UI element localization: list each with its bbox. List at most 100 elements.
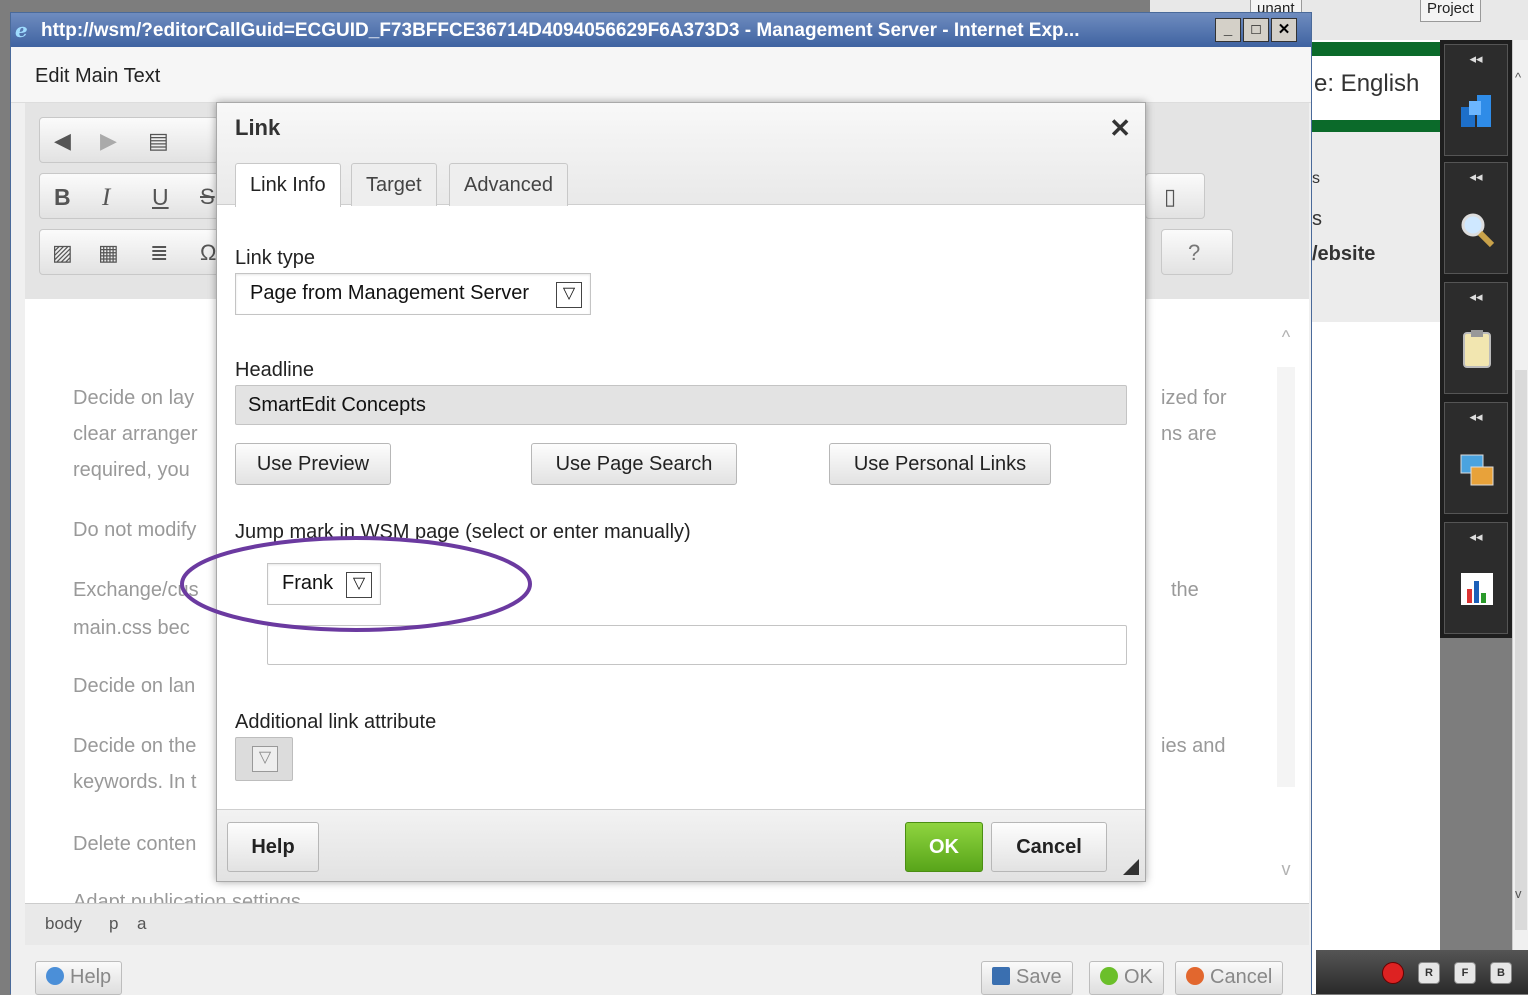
undo-icon[interactable]: ◀ [54, 128, 71, 154]
link-type-label: Link type [235, 247, 316, 269]
bottom-button[interactable]: B [1490, 962, 1512, 984]
background-bottom-bar: R F B [1316, 950, 1528, 994]
chevron-down-icon: ▽ [556, 282, 582, 308]
resize-handle[interactable] [1123, 859, 1139, 875]
scroll-down-icon[interactable]: v [1515, 886, 1522, 901]
background-header-band [1310, 120, 1440, 132]
tab-advanced[interactable]: Advanced [449, 163, 568, 206]
background-header-band [1310, 42, 1440, 56]
side-panel-button-pages[interactable]: ◂◂ [1444, 44, 1508, 156]
headline-field[interactable]: SmartEdit Concepts [235, 385, 1127, 425]
dialog-help-button[interactable]: Help [227, 822, 319, 872]
collapse-icon[interactable]: ◂◂ [1445, 529, 1507, 545]
background-website-link[interactable]: /ebsite [1312, 243, 1375, 266]
paste-text-icon[interactable]: ▤ [148, 128, 169, 154]
use-personal-links-button[interactable]: Use Personal Links [829, 443, 1051, 485]
dialog-cancel-button[interactable]: Cancel [991, 822, 1107, 872]
link-type-select[interactable]: Page from Management Server ▽ [235, 273, 591, 315]
close-icon[interactable]: ✕ [1109, 113, 1131, 144]
editor-save-button[interactable]: Save [981, 961, 1073, 995]
help-icon[interactable]: ? [1188, 240, 1200, 266]
bottom-button[interactable]: F [1454, 962, 1476, 984]
collapse-icon[interactable]: ◂◂ [1445, 169, 1507, 185]
cube-icon [1461, 95, 1491, 127]
element-path-bar: body p a [25, 903, 1309, 945]
tool-side-panel: ◂◂ ◂◂ ◂◂ ◂◂ ◂◂ [1440, 40, 1512, 638]
magnifier-icon [1461, 213, 1495, 248]
editor-help-label: Help [70, 966, 112, 988]
italic-icon[interactable]: I [102, 184, 110, 212]
show-blocks-icon[interactable]: ▯ [1164, 184, 1176, 210]
editor-title: Edit Main Text [35, 65, 161, 87]
collapse-icon[interactable]: ◂◂ [1445, 51, 1507, 67]
scroll-up-icon[interactable]: ^ [1515, 70, 1521, 85]
headline-value: SmartEdit Concepts [248, 394, 426, 416]
path-item[interactable]: a [137, 914, 146, 934]
maximize-button[interactable]: □ [1243, 18, 1269, 42]
bold-icon[interactable]: B [54, 184, 71, 211]
chevron-down-icon: ▽ [346, 572, 372, 598]
jump-mark-value: Frank [282, 572, 334, 594]
tab-target[interactable]: Target [351, 163, 437, 206]
side-panel-button-reports[interactable]: ◂◂ [1444, 522, 1508, 634]
chart-icon [1461, 573, 1493, 605]
bottom-button[interactable]: R [1418, 962, 1440, 984]
background-text-fragment: s [1312, 170, 1320, 187]
background-scrollbar[interactable]: ^ v [1512, 40, 1528, 994]
save-disk-icon [992, 967, 1010, 985]
background-tab[interactable]: Project [1420, 0, 1481, 22]
underline-icon[interactable]: U [152, 184, 169, 211]
collapse-icon[interactable]: ◂◂ [1445, 289, 1507, 305]
scroll-thumb[interactable] [1515, 370, 1527, 930]
close-window-button[interactable]: ✕ [1271, 18, 1297, 42]
minimize-button[interactable]: _ [1215, 18, 1241, 42]
dialog-footer: Help OK Cancel [217, 809, 1145, 881]
editor-save-label: Save [1016, 966, 1062, 988]
jump-mark-select[interactable]: Frank ▽ [267, 563, 381, 605]
chevron-down-icon: ▽ [252, 746, 278, 772]
path-item[interactable]: body [45, 914, 82, 934]
strikethrough-icon[interactable]: S [200, 184, 215, 210]
link-dialog: Link ✕ Link Info Target Advanced Link ty… [216, 102, 1146, 882]
use-page-search-button[interactable]: Use Page Search [531, 443, 737, 485]
side-panel-button-clipboard[interactable]: ◂◂ [1444, 282, 1508, 394]
toolbar-group-format: B I U S [39, 173, 239, 219]
path-item[interactable]: p [109, 914, 118, 934]
internet-explorer-icon: e [15, 18, 28, 42]
jump-mark-label: Jump mark in WSM page (select or enter m… [235, 521, 691, 543]
headline-label: Headline [235, 359, 314, 381]
horizontal-rule-icon[interactable]: ≣ [150, 240, 168, 266]
use-preview-button[interactable]: Use Preview [235, 443, 391, 485]
additional-attribute-select[interactable]: ▽ [235, 737, 293, 781]
help-circle-icon [46, 967, 64, 985]
image-icon[interactable]: ▨ [52, 240, 73, 266]
editor-footer: Help Save OK Cancel [11, 947, 1311, 995]
additional-attribute-label: Additional link attribute [235, 711, 437, 733]
window-titlebar[interactable]: e http://wsm/?editorCallGuid=ECGUID_F73B… [11, 13, 1311, 47]
background-language-label: e: English [1314, 70, 1420, 97]
toolbar-group-help: ? [1161, 229, 1233, 275]
tab-link-info[interactable]: Link Info [235, 163, 341, 207]
toolbar-group-block: ▯ [1145, 173, 1205, 219]
dialog-header[interactable]: Link ✕ Link Info Target Advanced [217, 103, 1145, 207]
dialog-ok-button[interactable]: OK [905, 822, 983, 872]
toolbar-group-history: ◀ ▶ ▤ [39, 117, 219, 163]
clipboard-icon [1463, 330, 1491, 368]
dialog-title: Link [235, 115, 281, 140]
side-panel-button-search[interactable]: ◂◂ [1444, 162, 1508, 274]
collapse-icon[interactable]: ◂◂ [1445, 409, 1507, 425]
redo-icon[interactable]: ▶ [100, 128, 117, 154]
side-panel-button-assets[interactable]: ◂◂ [1444, 402, 1508, 514]
window-title: http://wsm/?editorCallGuid=ECGUID_F73BFF… [41, 20, 1080, 41]
jump-mark-manual-input[interactable] [267, 625, 1127, 665]
editor-ok-label: OK [1124, 966, 1153, 988]
editor-cancel-label: Cancel [1210, 966, 1273, 988]
background-text-fragment: s [1312, 208, 1322, 230]
record-icon[interactable] [1382, 962, 1404, 984]
special-char-icon[interactable]: Ω [200, 240, 216, 266]
editor-ok-button[interactable]: OK [1089, 961, 1164, 995]
editor-cancel-button[interactable]: Cancel [1175, 961, 1284, 995]
editor-help-button[interactable]: Help [35, 961, 123, 995]
table-icon[interactable]: ▦ [98, 240, 119, 266]
images-icon [1460, 454, 1494, 486]
